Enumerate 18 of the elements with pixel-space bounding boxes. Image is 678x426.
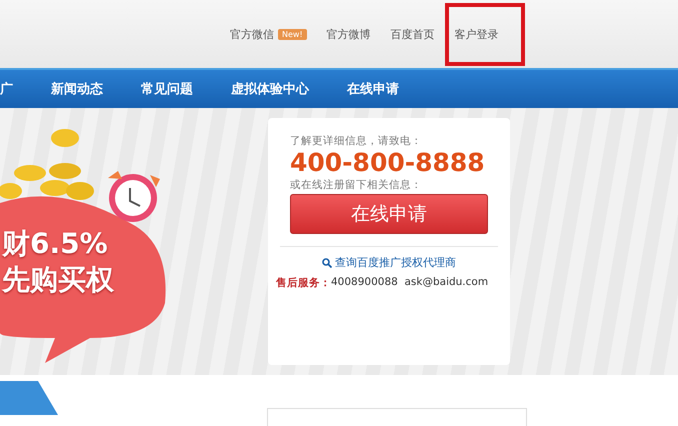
top-link[interactable]: 官方微信 New! <box>230 26 307 42</box>
register-hint: 或在线注册留下相关信息： <box>289 178 423 192</box>
nav-item[interactable]: 在线申请 <box>347 80 399 98</box>
nav-item[interactable]: 常见问题 <box>141 80 193 98</box>
service-label: 售后服务： <box>276 276 331 290</box>
nav-item[interactable]: 广 <box>0 80 13 98</box>
apply-button[interactable]: 在线申请 <box>290 194 488 234</box>
search-icon <box>322 258 332 268</box>
new-badge: New! <box>278 28 307 40</box>
nav-item[interactable]: 虚拟体验中心 <box>231 80 309 98</box>
nav-item[interactable]: 新闻动态 <box>51 80 103 98</box>
banner-text: 财6.5% 先购买权 <box>2 226 114 298</box>
top-link[interactable]: 百度首页 <box>390 26 435 42</box>
agent-link[interactable]: 查询百度推广授权代理商 <box>322 255 456 270</box>
service-contact: 4008900088 ask@baidu.com <box>331 276 488 290</box>
contact-intro: 了解更详细信息，请致电： <box>289 134 423 148</box>
phone-number: 400-800-8888 <box>289 148 486 178</box>
top-link[interactable]: 官方微博 <box>326 26 371 42</box>
